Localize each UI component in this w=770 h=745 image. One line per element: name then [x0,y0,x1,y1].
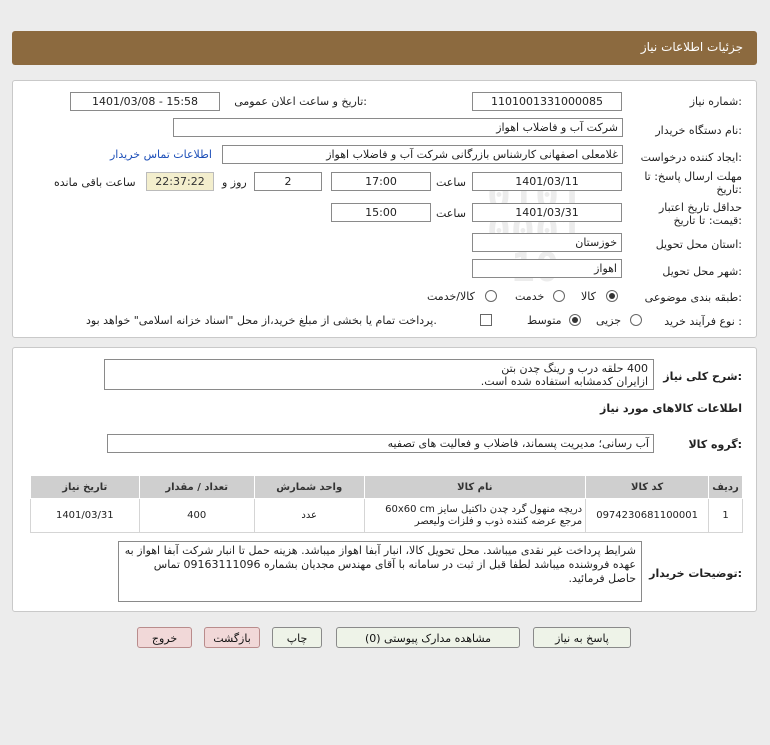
province-label: استان محل تحویل: [655,238,742,251]
province-field[interactable]: خوزستان [472,233,622,252]
buyer-contact-link[interactable]: اطلاعات تماس خریدار [110,148,212,161]
treasury-payment-note: پرداخت تمام یا بخشی از مبلغ خرید،از محل … [86,314,437,327]
goods-group-label: گروه کالا: [688,438,742,451]
category-option-service: خدمت [515,290,545,303]
validity-label-1: حداقل تاریخ اعتبار [658,201,742,214]
buyer-notes-label: توضیحات خریدار: [649,567,742,580]
goods-group-field[interactable]: آب رسانی؛ مدیریت پسماند، فاضلاب و فعالیت… [107,434,654,453]
col-qty: تعداد / مقدار [138,475,255,499]
page-header: جزئیات اطلاعات نیاز [12,31,757,65]
exit-button[interactable]: خروج [137,627,192,648]
category-radio-service[interactable] [553,290,565,302]
buyer-label: نام دستگاه خریدار: [655,124,742,137]
cell-index: 1 [708,498,743,533]
days-label: روز و [222,176,247,189]
process-radio-minor[interactable] [630,314,642,326]
validity-label-2: قیمت: تا تاریخ: [673,214,742,227]
cell-qty: 400 [138,498,255,533]
cell-name: دریچه منهول گرد چدن داکتیل سایز 60x60 cm… [363,498,587,533]
buyer-field[interactable]: شرکت آب و فاضلاب اهواز [173,118,623,137]
validity-time-field[interactable]: 15:00 [331,203,431,222]
cell-date: 1401/03/31 [30,498,140,533]
creator-label: ایجاد کننده درخواست: [640,151,742,164]
need-number-label: شماره نیاز: [689,95,742,108]
process-label: نوع فرآیند خرید : [664,315,742,328]
col-unit: واحد شمارش [253,475,365,499]
category-option-goods: کالا [581,290,596,303]
col-index: ردیف [708,475,743,499]
description-line-1: 400 حلقه درب و رینگ چدن بتن [501,362,648,375]
announce-field[interactable]: 1401/03/08 - 15:58 [70,92,220,111]
description-text[interactable]: 400 حلقه درب و رینگ چدن بتن ازایران کدمش… [104,359,654,390]
description-label: شرح کلی نیاز: [663,370,742,383]
deadline-time-label: ساعت [436,176,466,189]
category-label: طبقه بندی موضوعی: [644,291,742,304]
goods-table-header: ردیف کد کالا نام کالا واحد شمارش تعداد /… [30,475,743,499]
cell-unit: عدد [253,498,365,533]
announce-label: تاریخ و ساعت اعلان عمومی: [234,95,367,108]
print-button[interactable]: چاپ [272,627,322,648]
deadline-date-field[interactable]: 1401/03/11 [472,172,622,191]
category-radio-goods[interactable] [606,290,618,302]
deadline-label-1: مهلت ارسال پاسخ: تا [644,170,742,183]
reply-button[interactable]: پاسخ به نیاز [533,627,631,648]
buyer-notes-text[interactable]: شرایط پرداخت غیر نقدی میباشد. محل تحویل … [118,541,642,602]
creator-field[interactable]: غلامعلی اصفهانی کارشناس بازرگانی شرکت آب… [222,145,623,164]
page-title: جزئیات اطلاعات نیاز [640,40,743,54]
category-option-goods-service: کالا/خدمت [427,290,475,303]
goods-table: ردیف کد کالا نام کالا واحد شمارش تعداد /… [30,475,743,533]
back-button[interactable]: بازگشت [204,627,260,648]
col-date: تاریخ نیاز [30,475,140,499]
process-radio-medium[interactable] [569,314,581,326]
city-field[interactable]: اهواز [472,259,622,278]
deadline-time-field[interactable]: 17:00 [331,172,431,191]
validity-time-label: ساعت [436,207,466,220]
cell-code: 0974230681100001 [585,498,710,533]
remaining-label: ساعت باقی مانده [54,176,136,189]
category-radio-goods-service[interactable] [485,290,497,302]
need-number-field[interactable]: 1101001331000085 [472,92,622,111]
days-field[interactable]: 2 [254,172,322,191]
treasury-payment-checkbox[interactable] [480,314,492,326]
process-option-minor: جزیی [596,314,622,327]
remaining-time-field: 22:37:22 [146,172,214,191]
col-name: نام کالا [363,475,587,499]
deadline-label-2: تاریخ: [716,183,742,196]
table-row[interactable]: 1 0974230681100001 دریچه منهول گرد چدن د… [30,498,743,533]
process-option-medium: متوسط [527,314,562,327]
attachments-button[interactable]: مشاهده مدارک پیوستی (0) [336,627,520,648]
city-label: شهر محل تحویل: [662,265,742,278]
validity-date-field[interactable]: 1401/03/31 [472,203,622,222]
description-line-2: ازایران کدمشابه استفاده شده است. [480,375,648,388]
goods-section-title: اطلاعات کالاهای مورد نیاز [600,402,742,415]
col-code: کد کالا [585,475,710,499]
